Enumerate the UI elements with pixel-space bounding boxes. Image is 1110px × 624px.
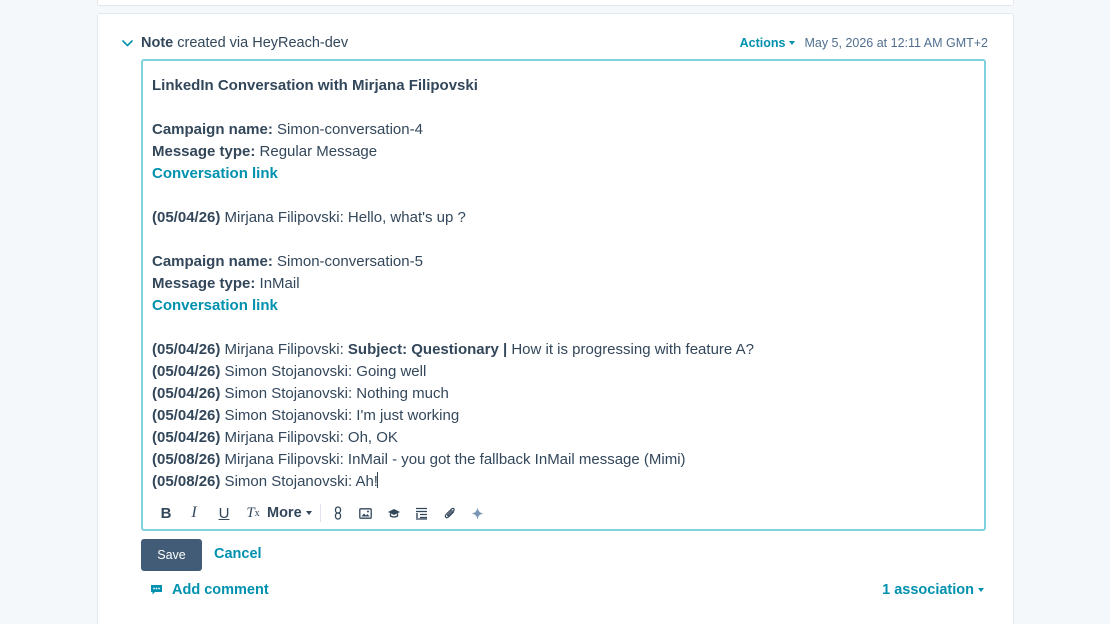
campaign-name-label: Campaign name: bbox=[152, 253, 273, 270]
campaign-name-value: Simon-conversation-4 bbox=[272, 121, 423, 138]
message-line: (05/04/26) Simon Stojanovski: Nothing mu… bbox=[152, 383, 972, 405]
note-activity-card: Note created via HeyReach-dev Actions Ma… bbox=[97, 13, 1014, 624]
comment-icon bbox=[151, 585, 162, 595]
message-type-line: Message type: Regular Message bbox=[152, 141, 972, 163]
message-date: (05/04/26) bbox=[152, 363, 221, 380]
insert-image-button[interactable] bbox=[359, 502, 373, 524]
caret-down-icon bbox=[305, 511, 312, 515]
rich-text-toolbar: B I U Tx More bbox=[159, 502, 499, 524]
link-icon bbox=[334, 506, 341, 520]
message-text: Simon Stojanovski: Nothing much bbox=[220, 385, 449, 402]
graduation-cap-icon bbox=[387, 509, 400, 518]
message-sender: Mirjana Filipovski: bbox=[220, 341, 348, 358]
message-date: (05/04/26) bbox=[152, 209, 221, 226]
campaign-name-label: Campaign name: bbox=[152, 121, 273, 138]
note-timestamp: May 5, 2026 at 12:11 AM GMT+2 bbox=[804, 36, 988, 50]
message-type-label: Message type: bbox=[152, 275, 256, 292]
message-type-value: InMail bbox=[255, 275, 300, 292]
note-body[interactable]: LinkedIn Conversation with Mirjana Filip… bbox=[152, 75, 972, 493]
save-button[interactable]: Save bbox=[141, 539, 202, 571]
paperclip-icon bbox=[444, 507, 455, 519]
message-text: Mirjana Filipovski: InMail - you got the… bbox=[220, 451, 686, 468]
message-date: (05/08/26) bbox=[152, 451, 221, 468]
message-text: How it is progressing with feature A? bbox=[507, 341, 754, 358]
cancel-button[interactable]: Cancel bbox=[214, 546, 262, 562]
sparkle-icon bbox=[471, 507, 484, 519]
message-date: (05/04/26) bbox=[152, 341, 221, 358]
italic-button[interactable]: I bbox=[187, 502, 201, 524]
collapse-chevron-icon[interactable] bbox=[120, 36, 134, 50]
clear-format-glyph: T bbox=[246, 504, 255, 521]
message-line: (05/04/26) Simon Stojanovski: Going well bbox=[152, 361, 972, 383]
conversation-link[interactable]: Conversation link bbox=[152, 297, 278, 314]
message-date: (05/08/26) bbox=[152, 473, 221, 490]
message-text: Mirjana Filipovski: Oh, OK bbox=[220, 429, 398, 446]
caret-down-icon bbox=[789, 41, 796, 45]
conversation-link[interactable]: Conversation link bbox=[152, 165, 278, 182]
association-dropdown[interactable]: 1 association bbox=[882, 582, 984, 598]
toolbar-divider bbox=[319, 504, 321, 522]
message-line: (05/04/26) Mirjana Filipovski: Oh, OK bbox=[152, 427, 972, 449]
caret-down-icon bbox=[978, 588, 984, 592]
campaign-name-line: Campaign name: Simon-conversation-5 bbox=[152, 251, 972, 273]
note-editor[interactable]: LinkedIn Conversation with Mirjana Filip… bbox=[141, 59, 986, 531]
note-header-right: Actions May 5, 2026 at 12:11 AM GMT+2 bbox=[740, 36, 988, 50]
message-date: (05/04/26) bbox=[152, 385, 221, 402]
clear-format-sub: x bbox=[254, 507, 260, 519]
add-comment-button[interactable]: Add comment bbox=[150, 582, 269, 598]
image-icon bbox=[359, 507, 373, 519]
insert-knowledge-button[interactable] bbox=[387, 502, 401, 524]
note-heading: LinkedIn Conversation with Mirjana Filip… bbox=[152, 77, 478, 94]
text-cursor bbox=[376, 472, 378, 488]
association-label: 1 association bbox=[882, 582, 974, 598]
message-subject: Subject: Questionary | bbox=[347, 341, 508, 358]
previous-activity-card bbox=[97, 0, 1014, 6]
bold-button[interactable]: B bbox=[159, 502, 173, 524]
message-type-value: Regular Message bbox=[255, 143, 378, 160]
message-line: (05/04/26) Mirjana Filipovski: Subject: … bbox=[152, 339, 972, 361]
message-text: Simon Stojanovski: Going well bbox=[220, 363, 427, 380]
note-header: Note created via HeyReach-dev Actions Ma… bbox=[120, 34, 988, 52]
add-comment-label: Add comment bbox=[172, 582, 269, 598]
message-text: Simon Stojanovski: I'm just working bbox=[220, 407, 460, 424]
message-type-line: Message type: InMail bbox=[152, 273, 972, 295]
snippet-icon bbox=[416, 507, 428, 520]
note-type-label: Note bbox=[141, 35, 174, 51]
note-title: Note created via HeyReach-dev bbox=[141, 35, 348, 51]
more-format-dropdown[interactable]: More bbox=[267, 502, 312, 524]
message-type-label: Message type: bbox=[152, 143, 256, 160]
note-created-via: created via HeyReach-dev bbox=[173, 35, 349, 51]
actions-dropdown[interactable]: Actions bbox=[740, 36, 796, 50]
message-text: Mirjana Filipovski: Hello, what's up ? bbox=[220, 209, 466, 226]
message-line: (05/04/26) Simon Stojanovski: I'm just w… bbox=[152, 405, 972, 427]
insert-snippet-button[interactable] bbox=[415, 502, 429, 524]
message-date: (05/04/26) bbox=[152, 407, 221, 424]
campaign-name-value: Simon-conversation-5 bbox=[272, 253, 423, 270]
clear-format-button[interactable]: Tx bbox=[246, 502, 260, 524]
message-line: (05/08/26) Simon Stojanovski: Ah! bbox=[152, 471, 972, 493]
underline-button[interactable]: U bbox=[217, 502, 231, 524]
insert-link-button[interactable] bbox=[331, 502, 345, 524]
message-line: (05/08/26) Mirjana Filipovski: InMail - … bbox=[152, 449, 972, 471]
campaign-name-line: Campaign name: Simon-conversation-4 bbox=[152, 119, 972, 141]
message-line: (05/04/26) Mirjana Filipovski: Hello, wh… bbox=[152, 207, 972, 229]
more-label: More bbox=[267, 505, 302, 521]
ai-assist-button[interactable] bbox=[471, 502, 485, 524]
attach-file-button[interactable] bbox=[443, 502, 457, 524]
actions-label: Actions bbox=[739, 36, 786, 50]
message-date: (05/04/26) bbox=[152, 429, 221, 446]
message-text: Simon Stojanovski: Ah! bbox=[220, 473, 378, 490]
